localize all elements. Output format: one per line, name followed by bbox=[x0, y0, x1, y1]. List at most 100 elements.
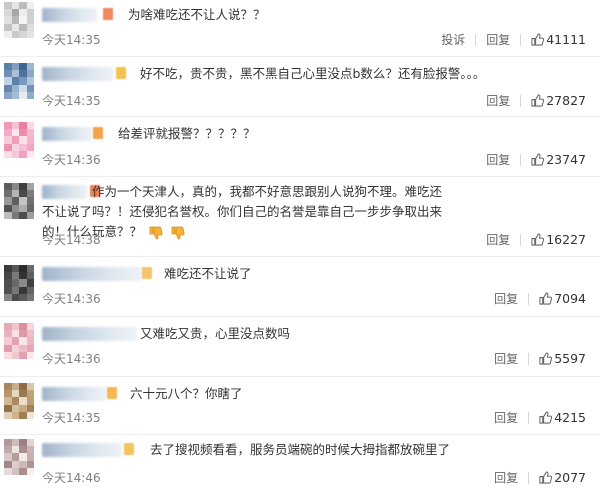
avatar-pixel bbox=[11, 467, 19, 475]
avatar-pixel bbox=[4, 453, 12, 461]
reply-button[interactable]: 回复 bbox=[486, 151, 510, 168]
avatar-pixel bbox=[26, 279, 34, 287]
thumbs-up-icon bbox=[531, 33, 545, 46]
avatar[interactable] bbox=[4, 183, 34, 219]
avatar-pixel bbox=[4, 2, 12, 10]
avatar-pixel bbox=[19, 293, 27, 301]
like-button[interactable]: 5597 bbox=[539, 351, 586, 366]
comment-actions: 回复 16227 bbox=[486, 231, 586, 248]
avatar-pixel bbox=[26, 63, 34, 71]
avatar-pixel bbox=[11, 91, 19, 99]
thumbs-down-emoji bbox=[149, 226, 163, 239]
avatar-pixel bbox=[19, 351, 27, 359]
comment-item: 作为一个天津人，真的，我都不好意思跟别人说狗不理。难吃还不让说了吗？！还侵犯名誉… bbox=[0, 177, 600, 257]
avatar[interactable] bbox=[4, 439, 34, 475]
avatar-pixel bbox=[26, 211, 34, 219]
avatar-pixel bbox=[4, 197, 12, 205]
avatar-pixel bbox=[11, 453, 19, 461]
reply-button[interactable]: 回复 bbox=[486, 231, 510, 248]
avatar-pixel bbox=[11, 211, 19, 219]
avatar-pixel bbox=[4, 122, 12, 130]
username-blurred[interactable] bbox=[42, 267, 142, 281]
user-badge-icon bbox=[116, 67, 126, 79]
avatar-pixel bbox=[26, 467, 34, 475]
avatar-pixel bbox=[26, 330, 34, 338]
avatar[interactable] bbox=[4, 383, 34, 419]
avatar-pixel bbox=[11, 293, 19, 301]
divider bbox=[528, 411, 530, 424]
like-button[interactable]: 2077 bbox=[539, 470, 586, 485]
username-blurred[interactable] bbox=[42, 67, 114, 81]
avatar[interactable] bbox=[4, 265, 34, 301]
avatar-pixel bbox=[26, 351, 34, 359]
avatar-pixel bbox=[19, 84, 27, 92]
reply-button[interactable]: 回复 bbox=[494, 350, 518, 367]
avatar-pixel bbox=[19, 143, 27, 151]
avatar-pixel bbox=[19, 439, 27, 447]
avatar-pixel bbox=[4, 293, 12, 301]
avatar-pixel bbox=[19, 30, 27, 38]
avatar-pixel bbox=[26, 136, 34, 144]
avatar-pixel bbox=[26, 129, 34, 137]
reply-button[interactable]: 回复 bbox=[494, 469, 518, 486]
avatar-pixel bbox=[19, 2, 27, 10]
avatar-pixel bbox=[19, 323, 27, 331]
reply-button[interactable]: 回复 bbox=[494, 409, 518, 426]
avatar-pixel bbox=[11, 351, 19, 359]
divider bbox=[528, 471, 530, 484]
avatar-pixel bbox=[4, 30, 12, 38]
username-blurred[interactable] bbox=[42, 327, 137, 341]
avatar[interactable] bbox=[4, 2, 34, 38]
avatar-pixel bbox=[11, 330, 19, 338]
comment-item: 好不吃，贵不贵，黑不黑自己心里没点b数么？还有脸报警。。。 今天14:35 回复… bbox=[0, 57, 600, 117]
avatar-pixel bbox=[4, 460, 12, 468]
like-button[interactable]: 7094 bbox=[539, 291, 586, 306]
avatar-pixel bbox=[26, 286, 34, 294]
comment-item: 六十元八个？你瞎了 今天14:35 回复 4215 bbox=[0, 377, 600, 435]
avatar-pixel bbox=[11, 16, 19, 24]
avatar-pixel bbox=[26, 197, 34, 205]
username-blurred[interactable] bbox=[42, 387, 107, 401]
avatar[interactable] bbox=[4, 122, 34, 158]
avatar-pixel bbox=[19, 279, 27, 287]
avatar-pixel bbox=[19, 183, 27, 191]
avatar[interactable] bbox=[4, 323, 34, 359]
avatar-pixel bbox=[26, 344, 34, 352]
avatar-pixel bbox=[11, 265, 19, 273]
reply-button[interactable]: 回复 bbox=[486, 31, 510, 48]
avatar[interactable] bbox=[4, 63, 34, 99]
avatar-pixel bbox=[4, 84, 12, 92]
avatar-pixel bbox=[11, 129, 19, 137]
avatar-pixel bbox=[19, 211, 27, 219]
like-button[interactable]: 4215 bbox=[539, 410, 586, 425]
user-badge-icon bbox=[93, 127, 103, 139]
like-button[interactable]: 41111 bbox=[531, 32, 586, 47]
avatar-pixel bbox=[4, 204, 12, 212]
username-blurred[interactable] bbox=[42, 8, 97, 22]
avatar-pixel bbox=[26, 439, 34, 447]
avatar-pixel bbox=[11, 390, 19, 398]
username-blurred[interactable] bbox=[42, 127, 92, 141]
username-blurred[interactable] bbox=[42, 443, 122, 457]
avatar-pixel bbox=[4, 390, 12, 398]
avatar-pixel bbox=[4, 63, 12, 71]
like-count: 41111 bbox=[546, 32, 586, 47]
avatar-pixel bbox=[4, 9, 12, 17]
comment-time: 今天14:35 bbox=[42, 411, 101, 425]
reply-button[interactable]: 回复 bbox=[494, 290, 518, 307]
avatar-pixel bbox=[26, 337, 34, 345]
reply-button[interactable]: 回复 bbox=[486, 92, 510, 109]
avatar-pixel bbox=[4, 411, 12, 419]
avatar-pixel bbox=[26, 91, 34, 99]
report-button[interactable]: 投诉 bbox=[441, 31, 465, 48]
like-button[interactable]: 27827 bbox=[531, 93, 586, 108]
avatar-pixel bbox=[4, 467, 12, 475]
like-button[interactable]: 23747 bbox=[531, 152, 586, 167]
avatar-pixel bbox=[11, 77, 19, 85]
comment-item: 为啥难吃还不让人说？？ 今天14:35 投诉 回复 41111 bbox=[0, 0, 600, 57]
avatar-pixel bbox=[26, 390, 34, 398]
avatar-pixel bbox=[19, 91, 27, 99]
comment-text: 难吃还不让说了 bbox=[164, 266, 252, 281]
avatar-pixel bbox=[19, 190, 27, 198]
like-button[interactable]: 16227 bbox=[531, 232, 586, 247]
